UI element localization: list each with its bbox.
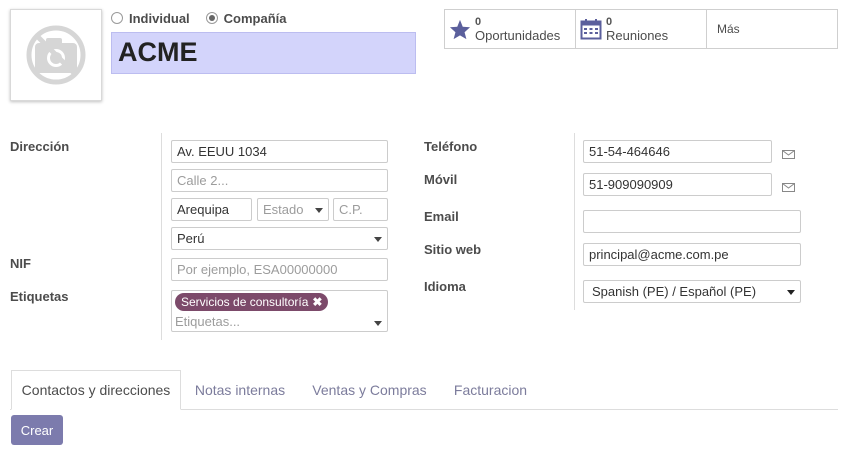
create-button[interactable]: Crear — [11, 415, 63, 445]
email-input[interactable] — [583, 210, 801, 233]
state-placeholder: Estado — [263, 202, 304, 217]
vat-label: NIF — [10, 256, 31, 271]
sms-envelope-icon[interactable] — [782, 180, 795, 195]
tab-sales-purchases[interactable]: Ventas y Compras — [302, 370, 437, 410]
left-column-divider — [161, 133, 162, 340]
opportunities-label: Oportunidades — [475, 28, 561, 43]
more-button[interactable]: Más — [706, 9, 838, 49]
company-name-input[interactable]: ACME — [111, 32, 416, 74]
language-select[interactable]: Spanish (PE) / Español (PE) — [583, 280, 801, 303]
language-value: Spanish (PE) / Español (PE) — [592, 284, 757, 299]
vat-input[interactable]: Por ejemplo, ESA00000000 — [171, 258, 388, 281]
tab-invoicing[interactable]: Facturacion — [443, 370, 538, 410]
email-label: Email — [424, 209, 459, 224]
camera-placeholder-icon — [26, 25, 86, 85]
opportunities-count: 0 — [475, 16, 482, 28]
sms-envelope-icon[interactable] — [782, 147, 795, 162]
chevron-down-icon — [787, 290, 795, 295]
zip-input[interactable]: C.P. — [333, 198, 388, 221]
meetings-button[interactable]: 0 Reuniones — [575, 9, 707, 49]
city-input[interactable]: Arequipa — [171, 198, 252, 221]
street2-input[interactable]: Calle 2... — [171, 169, 388, 192]
tab-internal-notes[interactable]: Notas internas — [185, 370, 295, 410]
website-input[interactable]: principal@acme.com.pe — [583, 243, 801, 266]
close-icon[interactable]: ✖ — [312, 295, 322, 309]
phone-label: Teléfono — [424, 139, 478, 154]
calendar-icon — [576, 18, 606, 40]
company-radio[interactable] — [205, 12, 218, 24]
company-label[interactable]: Compañía — [224, 11, 287, 26]
star-icon — [445, 19, 475, 40]
street-input[interactable]: Av. EEUU 1034 — [171, 140, 388, 163]
country-value: Perú — [177, 231, 205, 246]
tags-placeholder[interactable]: Etiquetas... — [175, 314, 240, 329]
address-label: Dirección — [10, 139, 70, 154]
chevron-down-icon — [374, 237, 382, 242]
individual-label[interactable]: Individual — [129, 11, 190, 26]
right-column-divider — [574, 133, 575, 310]
chevron-down-icon — [315, 208, 323, 213]
individual-radio[interactable] — [111, 12, 123, 24]
more-label: Más — [717, 22, 740, 36]
meetings-count: 0 — [606, 16, 613, 28]
language-label: Idioma — [424, 279, 466, 294]
company-avatar[interactable] — [10, 9, 102, 101]
company-type-selector: Individual Compañía — [111, 9, 297, 27]
state-select[interactable]: Estado — [257, 198, 329, 221]
website-label: Sitio web — [424, 242, 482, 257]
tab-contacts[interactable]: Contactos y direcciones — [11, 370, 181, 410]
tag-chip: Servicios de consultoría ✖ — [175, 293, 329, 311]
tags-label: Etiquetas — [10, 289, 69, 304]
tag-label: Servicios de consultoría — [181, 295, 309, 309]
opportunities-button[interactable]: 0 Oportunidades — [444, 9, 576, 49]
country-select[interactable]: Perú — [171, 227, 388, 250]
mobile-input[interactable]: 51-909090909 — [583, 173, 772, 196]
chevron-down-icon — [374, 321, 382, 326]
phone-input[interactable]: 51-54-464646 — [583, 140, 772, 163]
meetings-label: Reuniones — [606, 28, 669, 43]
mobile-label: Móvil — [424, 172, 458, 187]
